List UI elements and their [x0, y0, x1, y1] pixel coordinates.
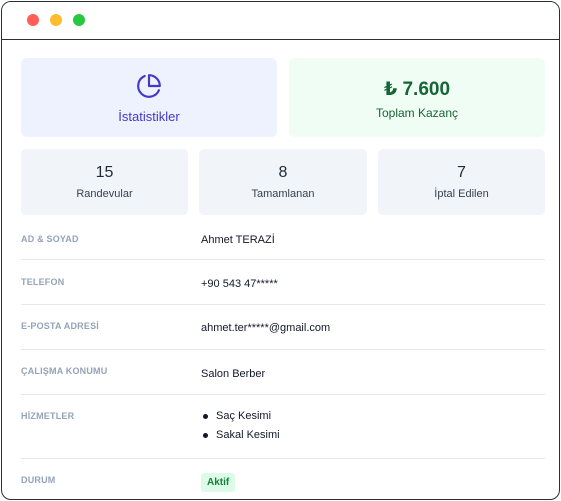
metric-label: Randevular — [76, 188, 133, 200]
metric-label: İptal Edilen — [434, 188, 489, 200]
metric-appointments: 15 Randevular — [21, 149, 188, 215]
metric-value: 8 — [278, 164, 288, 181]
list-item: Saç Kesimi — [201, 410, 280, 429]
total-earnings-amount: ₺ 7.600 — [383, 79, 451, 100]
detail-row-name: AD & SOYAD Ahmet TERAZİ — [21, 222, 545, 260]
metric-value: 15 — [95, 164, 114, 181]
statistics-label: İstatistikler — [118, 109, 180, 124]
metric-completed: 8 Tamamlanan — [199, 149, 367, 215]
detail-label: TELEFON — [21, 277, 65, 287]
profile-panel: İstatistikler ₺ 7.600 Toplam Kazanç 15 R… — [2, 41, 559, 499]
maximize-window-button[interactable] — [73, 14, 85, 26]
detail-row-location: ÇALIŞMA KONUMU Salon Berber — [21, 350, 545, 395]
detail-value-name: Ahmet TERAZİ — [201, 234, 275, 246]
total-earnings-label: Toplam Kazanç — [375, 106, 459, 120]
minimize-window-button[interactable] — [50, 14, 62, 26]
detail-label: ÇALIŞMA KONUMU — [21, 366, 108, 376]
detail-value-phone: +90 543 47***** — [201, 278, 278, 290]
detail-label: E-POSTA ADRESİ — [21, 321, 99, 331]
status-badge: Aktif — [201, 473, 236, 492]
detail-value-email: ahmet.ter*****@gmail.com — [201, 322, 331, 334]
app-window: İstatistikler ₺ 7.600 Toplam Kazanç 15 R… — [1, 1, 560, 500]
detail-label: AD & SOYAD — [21, 234, 79, 244]
title-bar — [2, 2, 559, 40]
service-name: Sakal Kesimi — [216, 429, 280, 441]
statistics-card[interactable]: İstatistikler — [21, 58, 277, 137]
bullet-icon — [203, 414, 208, 419]
list-item: Sakal Kesimi — [201, 429, 280, 448]
metric-label: Tamamlanan — [251, 188, 315, 200]
detail-row-status: DURUM Aktif — [21, 459, 545, 499]
detail-value-location: Salon Berber — [201, 368, 266, 380]
pie-chart-icon — [137, 74, 161, 98]
detail-row-email: E-POSTA ADRESİ ahmet.ter*****@gmail.com — [21, 305, 545, 350]
metric-value: 7 — [457, 164, 466, 181]
detail-label: DURUM — [21, 475, 56, 485]
detail-row-services: HİZMETLER Saç Kesimi Sakal Kesimi — [21, 395, 545, 459]
service-name: Saç Kesimi — [216, 410, 272, 422]
close-window-button[interactable] — [27, 14, 39, 26]
bullet-icon — [203, 433, 208, 438]
metric-cancelled: 7 İptal Edilen — [378, 149, 545, 215]
detail-row-phone: TELEFON +90 543 47***** — [21, 260, 545, 305]
detail-label: HİZMETLER — [21, 411, 75, 421]
services-list: Saç Kesimi Sakal Kesimi — [201, 410, 280, 448]
total-earnings-card: ₺ 7.600 Toplam Kazanç — [289, 58, 545, 137]
